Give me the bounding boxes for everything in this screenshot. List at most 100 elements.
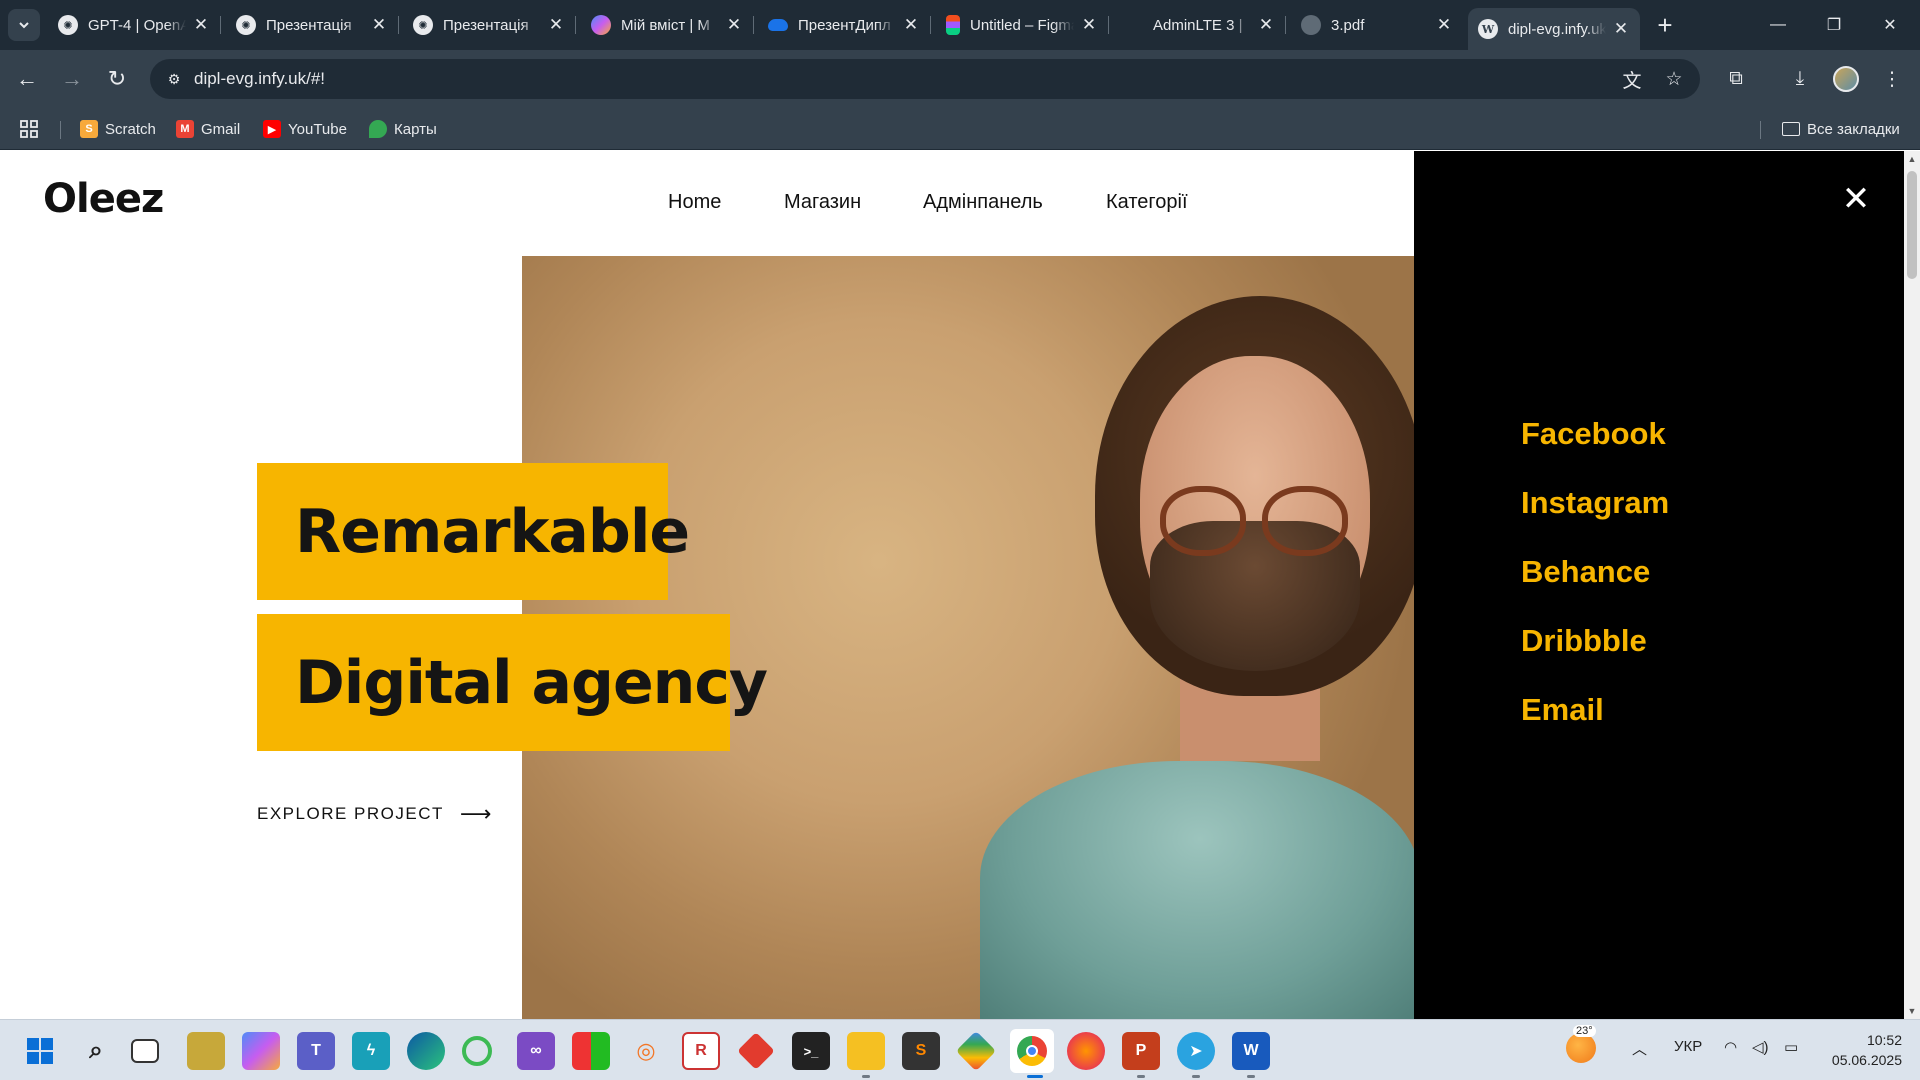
tab-title: Презентація xyxy=(443,16,529,34)
chevron-down-icon xyxy=(19,22,29,29)
close-tab-icon[interactable]: ✕ xyxy=(902,15,920,34)
powerpoint-icon[interactable]: P xyxy=(1122,1032,1160,1070)
wifi-icon[interactable]: ◠ xyxy=(1724,1038,1737,1056)
firefox-icon[interactable] xyxy=(1067,1032,1105,1070)
bookmark-youtube[interactable]: ▶ YouTube xyxy=(263,116,347,142)
tab-search-button[interactable] xyxy=(8,9,40,41)
search-icon[interactable]: ⌕ xyxy=(77,1032,115,1070)
translate-icon[interactable]: 文 xyxy=(1614,59,1650,99)
power-automate-icon[interactable]: ϟ xyxy=(352,1032,390,1070)
task-view-icon[interactable] xyxy=(131,1039,159,1063)
back-button[interactable]: ← xyxy=(10,62,44,96)
close-tab-icon[interactable]: ✕ xyxy=(370,15,388,34)
close-tab-icon[interactable]: ✕ xyxy=(192,15,210,34)
reload-button[interactable]: ↻ xyxy=(100,62,134,96)
sublime-icon[interactable]: S xyxy=(902,1032,940,1070)
tab-1[interactable]: ✺ GPT-4 | OpenAI ✕ xyxy=(48,8,221,42)
onedrive-icon xyxy=(768,19,788,31)
close-tab-icon[interactable]: ✕ xyxy=(547,15,565,34)
bookmarks-bar: S Scratch M Gmail ▶ YouTube Карты Все за… xyxy=(0,107,1920,150)
copilot-icon[interactable] xyxy=(242,1032,280,1070)
social-link-facebook[interactable]: Facebook xyxy=(1521,416,1666,452)
close-tab-icon[interactable]: ✕ xyxy=(1080,15,1098,34)
teams-icon[interactable]: T xyxy=(297,1032,335,1070)
close-tab-icon[interactable]: ✕ xyxy=(1257,15,1275,34)
site-info-icon[interactable]: ⚙ xyxy=(154,59,194,99)
chrome-icon[interactable] xyxy=(1010,1029,1054,1073)
close-tab-icon[interactable]: ✕ xyxy=(1435,15,1453,34)
social-link-dribbble[interactable]: Dribbble xyxy=(1521,623,1647,659)
winrar-icon[interactable] xyxy=(572,1032,610,1070)
gmail-icon: M xyxy=(176,120,194,138)
profile-avatar[interactable] xyxy=(1828,62,1864,96)
all-bookmarks-button[interactable]: Все закладки xyxy=(1782,116,1900,142)
figma-icon xyxy=(946,15,960,35)
file-explorer-icon[interactable] xyxy=(847,1032,885,1070)
bookmark-maps[interactable]: Карты xyxy=(369,116,437,142)
side-menu-panel: ✕ Facebook Instagram Behance Dribbble Em… xyxy=(1414,151,1904,1019)
close-tab-icon[interactable]: ✕ xyxy=(725,15,743,34)
close-tab-icon[interactable]: ✕ xyxy=(1612,19,1630,38)
tab-5[interactable]: ПрезентДипл ✕ xyxy=(758,8,931,42)
restore-button[interactable]: ❐ xyxy=(1806,0,1862,50)
url-text[interactable]: dipl-evg.infy.uk/#! xyxy=(194,69,325,89)
git-icon[interactable] xyxy=(737,1032,775,1070)
start-icon[interactable] xyxy=(21,1032,59,1070)
tab-8[interactable]: 3.pdf ✕ xyxy=(1291,8,1463,42)
visual-studio-icon[interactable]: ∞ xyxy=(517,1032,555,1070)
refresh-app-icon[interactable] xyxy=(462,1036,492,1066)
minimize-button[interactable]: — xyxy=(1750,0,1806,50)
tab-title: 3.pdf xyxy=(1331,16,1365,34)
weather-icon[interactable] xyxy=(1566,1033,1596,1063)
apps-grid-icon[interactable] xyxy=(20,116,38,142)
word-icon[interactable]: W xyxy=(1232,1032,1270,1070)
browser-toolbar: ← → ↻ ⚙ dipl-evg.infy.uk/#! 文 ☆ ⧉ ⤓ ⋮ xyxy=(0,50,1920,107)
page-scrollbar[interactable]: ▲ ▼ xyxy=(1904,151,1920,1019)
volume-icon[interactable]: ◁) xyxy=(1752,1038,1769,1056)
social-link-email[interactable]: Email xyxy=(1521,692,1604,728)
tab-strip: ✺ GPT-4 | OpenAI ✕ ✺ Презентація ✕ ✺ Пре… xyxy=(0,0,1920,50)
tab-7[interactable]: AdminLTE 3 | ✕ xyxy=(1113,8,1286,42)
forward-button[interactable]: → xyxy=(55,62,89,96)
adminlte-icon xyxy=(1123,15,1143,35)
explore-project-link[interactable]: EXPLORE PROJECT ⟶ xyxy=(257,801,493,827)
close-window-button[interactable]: ✕ xyxy=(1862,0,1918,50)
app-icon[interactable] xyxy=(955,1030,997,1072)
webpage: Oleez Home Магазин Адмінпанель Категорії… xyxy=(0,151,1904,1019)
app-icon[interactable] xyxy=(187,1032,225,1070)
bookmark-gmail[interactable]: M Gmail xyxy=(176,116,240,142)
bookmark-star-icon[interactable]: ☆ xyxy=(1656,59,1692,99)
scrollbar-thumb[interactable] xyxy=(1907,171,1917,279)
jupyter-icon[interactable]: ◎ xyxy=(627,1032,665,1070)
app-icon[interactable]: R xyxy=(682,1032,720,1070)
new-tab-button[interactable]: + xyxy=(1650,10,1680,40)
tab-title: Мій вміст | M xyxy=(621,16,710,34)
tab-2[interactable]: ✺ Презентація ✕ xyxy=(226,8,399,42)
scroll-down-icon[interactable]: ▼ xyxy=(1904,1003,1920,1019)
tab-4[interactable]: Мій вміст | M ✕ xyxy=(581,8,754,42)
telegram-icon[interactable]: ➤ xyxy=(1177,1032,1215,1070)
social-link-instagram[interactable]: Instagram xyxy=(1521,485,1669,521)
youtube-icon: ▶ xyxy=(263,120,281,138)
close-icon[interactable]: ✕ xyxy=(1836,179,1876,219)
scroll-up-icon[interactable]: ▲ xyxy=(1904,151,1920,167)
tab-title: ПрезентДипл xyxy=(798,16,891,34)
tab-6[interactable]: Untitled – Figma ✕ xyxy=(936,8,1109,42)
battery-icon[interactable]: ▭ xyxy=(1784,1038,1798,1056)
windows-taskbar: ⌕ T ϟ ∞ ◎ R >_ S P ➤ W 23° ︿ УКР ◠ ◁) ▭ … xyxy=(0,1019,1920,1080)
openai-icon: ✺ xyxy=(58,15,78,35)
tab-3[interactable]: ✺ Презентація ✕ xyxy=(403,8,576,42)
social-link-behance[interactable]: Behance xyxy=(1521,554,1650,590)
language-indicator[interactable]: УКР xyxy=(1674,1038,1702,1055)
tab-active[interactable]: W dipl-evg.infy.uk ✕ xyxy=(1468,8,1640,50)
extensions-icon[interactable]: ⧉ xyxy=(1718,62,1754,96)
terminal-icon[interactable]: >_ xyxy=(792,1032,830,1070)
download-icon[interactable]: ⤓ xyxy=(1782,62,1818,96)
bookmark-scratch[interactable]: S Scratch xyxy=(80,116,156,142)
edge-icon[interactable] xyxy=(407,1032,445,1070)
menu-icon[interactable]: ⋮ xyxy=(1874,62,1910,96)
chevron-up-icon[interactable]: ︿ xyxy=(1632,1038,1647,1059)
system-clock[interactable]: 10:52 05.06.2025 xyxy=(1820,1030,1902,1070)
headline-line-1: Remarkable xyxy=(257,463,690,600)
address-bar[interactable]: ⚙ dipl-evg.infy.uk/#! 文 ☆ xyxy=(150,59,1700,99)
